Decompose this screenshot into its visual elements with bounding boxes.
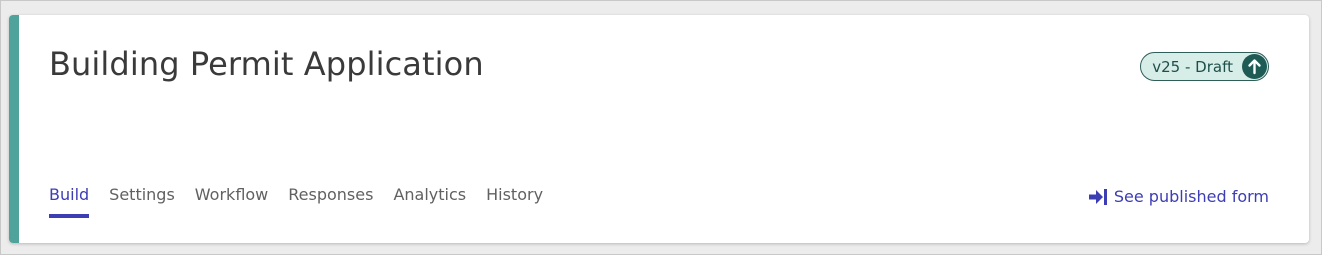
accent-bar: [9, 15, 19, 243]
tab-history[interactable]: History: [486, 185, 543, 218]
page-frame: Building Permit Application v25 - Draft …: [0, 0, 1322, 255]
tab-analytics[interactable]: Analytics: [393, 185, 466, 218]
see-published-form-label: See published form: [1113, 187, 1269, 206]
see-published-form-link[interactable]: See published form: [1088, 187, 1269, 206]
page-title: Building Permit Application: [49, 45, 484, 83]
form-header-card: Building Permit Application v25 - Draft …: [9, 15, 1309, 243]
tab-build[interactable]: Build: [49, 185, 90, 218]
arrow-right-to-bar-icon: [1088, 188, 1108, 206]
publish-up-arrow-icon[interactable]: [1242, 54, 1267, 79]
tab-responses[interactable]: Responses: [288, 185, 373, 218]
tab-workflow[interactable]: Workflow: [195, 185, 268, 218]
tab-settings[interactable]: Settings: [109, 185, 175, 218]
version-label: v25 - Draft: [1152, 57, 1233, 76]
form-tabs: Build Settings Workflow Responses Analyt…: [49, 185, 543, 218]
version-status-badge[interactable]: v25 - Draft: [1140, 52, 1269, 81]
